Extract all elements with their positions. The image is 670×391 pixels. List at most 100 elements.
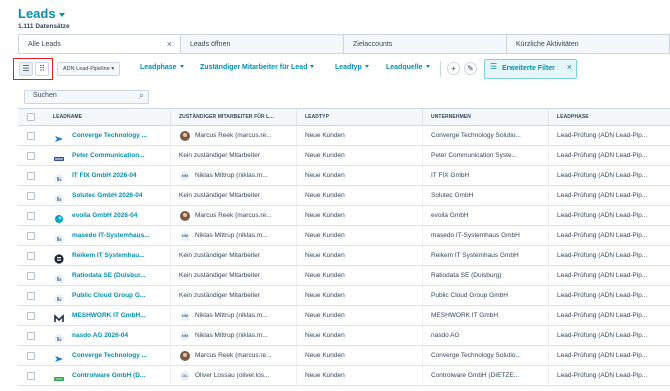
row-checkbox[interactable] [27, 372, 35, 380]
filter-leadquelle[interactable]: Leadquelle [386, 64, 430, 71]
filter-leadphase[interactable]: Leadphase [140, 64, 184, 71]
table-row[interactable]: Peter Communication... Kein zuständiger M… [18, 146, 670, 166]
lead-name-link[interactable]: Public Cloud Group G... [72, 286, 145, 305]
company-cell: evoila GmbH [431, 212, 469, 219]
tab-zielaccounts[interactable]: Zielaccounts [344, 35, 507, 53]
company-cell: Converge Technology Solutio... [431, 352, 521, 359]
cell-divider [422, 306, 423, 325]
cell-divider [422, 226, 423, 245]
row-checkbox[interactable] [27, 292, 35, 300]
table-row[interactable]: Solutec GmbH 2026-04 Kein zuständiger Mit… [18, 186, 670, 206]
leadtyp-cell: Neue Kunden [305, 212, 345, 219]
tab-label: Kürzliche Aktivitäten [516, 41, 579, 48]
edit-filters-button[interactable]: ✎ [464, 62, 477, 75]
row-checkbox[interactable] [27, 332, 35, 340]
table-row[interactable]: evoila GmbH 2026-04 Marcus Reek (marcus.r… [18, 206, 670, 226]
lead-name-link[interactable]: evoila GmbH 2026-04 [72, 206, 137, 225]
select-all-checkbox[interactable] [27, 113, 35, 121]
lead-name-link[interactable]: Peter Communication... [72, 146, 145, 165]
table-row[interactable]: Public Cloud Group G... Kein zuständiger … [18, 286, 670, 306]
table-row[interactable]: Ratiodata SE (Duisbur... Kein zuständiger… [18, 266, 670, 286]
table-row[interactable]: Converge Technology ... Marcus Reek (marc… [18, 126, 670, 146]
cell-divider [548, 366, 549, 385]
table-row[interactable]: MESHWORK IT GmbH... NM Niklas Mittrup (nik… [18, 306, 670, 326]
lead-name-link[interactable]: Reikem IT Systemhau... [72, 246, 145, 265]
cell-divider [170, 306, 171, 325]
filter-leadtyp[interactable]: Leadtyp [335, 64, 369, 71]
column-header-unternehmen[interactable]: UNTERNEHMEN [431, 114, 471, 120]
list-view-button[interactable]: ☰ [19, 62, 33, 76]
owner-cell: Niklas Mittrup (niklas.m... [195, 232, 268, 239]
lead-name-link[interactable]: IT FIX GmbH 2026-04 [72, 166, 137, 185]
lead-name-link[interactable]: masedo IT-Systemhaus... [72, 226, 150, 245]
table-row[interactable]: IT FIX GmbH 2026-04 NM Niklas Mittrup (nik… [18, 166, 670, 186]
tab-label: Leads öffnen [190, 41, 231, 48]
lead-name-link[interactable]: Converge Technology ... [72, 126, 147, 145]
peter-logo-icon [54, 151, 64, 161]
leadphase-cell: Lead-Prüfung (ADN Lead-Pip... [557, 312, 648, 319]
search-input[interactable]: Suchen ⌕ [24, 90, 149, 104]
column-header-leadtyp[interactable]: LEADTYP [305, 114, 329, 120]
row-checkbox[interactable] [27, 132, 35, 140]
row-checkbox[interactable] [27, 152, 35, 160]
cell-divider [170, 146, 171, 165]
cell-divider [422, 366, 423, 385]
row-checkbox[interactable] [27, 352, 35, 360]
leadphase-cell: Lead-Prüfung (ADN Lead-Pip... [557, 192, 648, 199]
cell-divider [548, 346, 549, 365]
cell-divider [422, 286, 423, 305]
tab-alle-leads[interactable]: Alle Leads × [18, 35, 181, 53]
row-checkbox[interactable] [27, 192, 35, 200]
cell-divider [296, 346, 297, 365]
filter-owner[interactable]: Zuständiger Mitarbeiter für Lead [200, 64, 315, 71]
owner-cell: Niklas Mittrup (niklas.m... [195, 312, 268, 319]
table-row[interactable]: nasdo AG 2026-04 NM Niklas Mittrup (niklas… [18, 326, 670, 346]
list-icon: ☰ [22, 64, 30, 73]
table-row[interactable]: Controlware GmbH (D... OL Oliver Lossau (o… [18, 366, 670, 386]
row-checkbox[interactable] [27, 232, 35, 240]
cell-divider [170, 206, 171, 225]
row-checkbox[interactable] [27, 272, 35, 280]
add-filter-button[interactable]: + [447, 62, 460, 75]
column-header-owner[interactable]: ZUSTÄNDIGER MITARBEITER FÜR L... [179, 114, 274, 120]
row-checkbox[interactable] [27, 212, 35, 220]
lead-name-link[interactable]: Ratiodata SE (Duisbur... [72, 266, 146, 285]
column-header-leadname[interactable]: LEADNAME [53, 114, 82, 120]
pipeline-select[interactable]: ADN Lead-Pipeline ▾ [57, 62, 121, 76]
company-cell: nasdo AG [431, 332, 460, 339]
leadphase-cell: Lead-Prüfung (ADN Lead-Pip... [557, 332, 648, 339]
cell-divider [548, 266, 549, 285]
evoila-logo-icon [54, 211, 64, 223]
table-row[interactable]: Converge Technology ... Marcus Reek (marc… [18, 346, 670, 366]
cell-divider [548, 206, 549, 225]
lead-name-link[interactable]: nasdo AG 2026-04 [72, 326, 128, 345]
table-row[interactable]: Reikem IT Systemhau... Kein zuständiger M… [18, 246, 670, 266]
row-checkbox[interactable] [27, 312, 35, 320]
cell-divider [422, 246, 423, 265]
cell-divider [170, 186, 171, 205]
cell-divider [296, 206, 297, 225]
tab-leads-oeffnen[interactable]: Leads öffnen [181, 35, 344, 53]
avatar [180, 351, 190, 361]
board-view-button[interactable]: ⠿ [35, 62, 49, 76]
object-title-dropdown[interactable]: Leads [18, 6, 70, 21]
table-row[interactable]: masedo IT-Systemhaus... NM Niklas Mittrup … [18, 226, 670, 246]
close-icon[interactable]: × [567, 62, 572, 72]
avatar: NM [180, 311, 190, 321]
row-checkbox[interactable] [27, 172, 35, 180]
advanced-filters-button[interactable]: ☰ Erweiterte Filter × [484, 59, 577, 79]
tab-label: Zielaccounts [353, 41, 393, 48]
lead-name-link[interactable]: Controlware GmbH (D... [72, 366, 145, 385]
tab-kuerzliche-aktivitaeten[interactable]: Kürzliche Aktivitäten [507, 35, 670, 53]
lead-name-link[interactable]: Solutec GmbH 2026-04 [72, 186, 142, 205]
column-header-leadphase[interactable]: LEADPHASE [557, 114, 589, 120]
close-icon[interactable]: × [167, 35, 172, 54]
cell-divider [296, 326, 297, 345]
avatar [180, 211, 190, 221]
owner-cell: Niklas Mittrup (niklas.m... [195, 172, 268, 179]
lead-name-link[interactable]: MESHWORK IT GmbH... [72, 306, 146, 325]
row-checkbox[interactable] [27, 252, 35, 260]
lead-name-link[interactable]: Converge Technology ... [72, 346, 147, 365]
cell-divider [170, 226, 171, 245]
company-placeholder-logo-icon [54, 331, 64, 344]
